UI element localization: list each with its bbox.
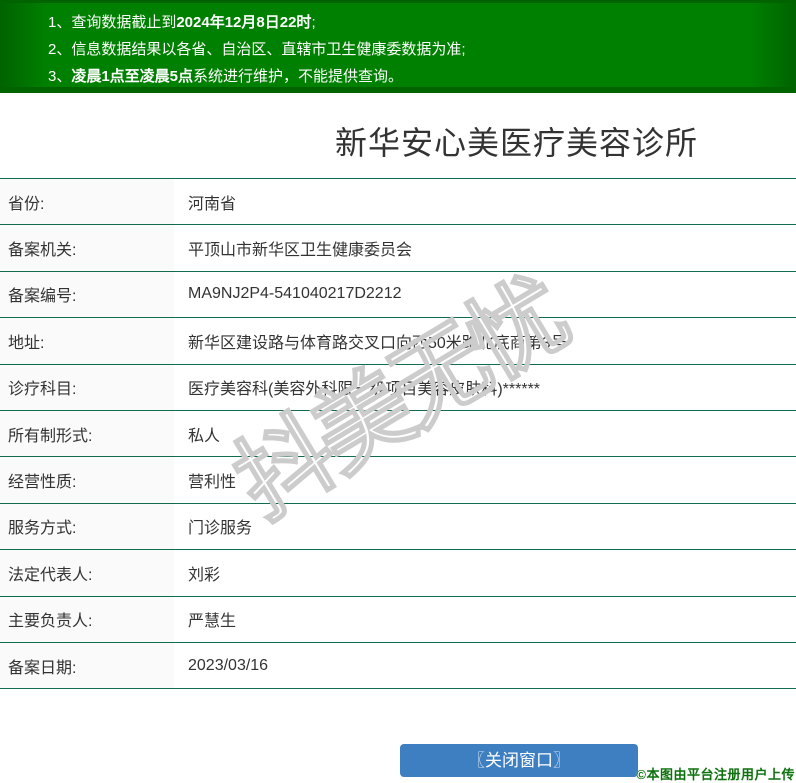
row-label: 备案日期:: [0, 642, 176, 689]
row-value: 刘彩: [188, 566, 221, 584]
table-row: 备案日期: 2023/03/16: [0, 642, 796, 690]
table-row: 经营性质: 营利性: [0, 457, 796, 504]
notice-lines: 1、查询数据截止到2024年12月8日22时; 2、信息数据结果以各省、自治区、直…: [0, 3, 796, 90]
upload-credit-badge: ©本图由平台注册用户上传: [636, 767, 795, 782]
table-row: 备案机关: 平顶山市新华区卫生健康委员会: [0, 225, 796, 272]
row-value: MA9NJ2P4-541040217D2212: [188, 285, 402, 303]
row-value: 门诊服务: [188, 520, 253, 538]
table-row: 主要负责人: 严慧生: [0, 596, 796, 643]
row-value: 严慧生: [188, 613, 237, 631]
row-label: 省份:: [0, 179, 176, 225]
row-value: 新华区建设路与体育路交叉口向西50米路北底商第3号: [188, 334, 567, 352]
table-row: 所有制形式: 私人: [0, 410, 796, 458]
page-title: 新华安心美医疗美容诊所: [335, 125, 699, 161]
row-value: 平顶山市新华区卫生健康委员会: [188, 242, 413, 260]
notice-line: 1、查询数据截止到2024年12月8日22时;: [48, 14, 316, 31]
row-label: 所有制形式:: [0, 410, 176, 457]
row-label: 法定代表人:: [0, 550, 176, 596]
notice-line: 2、信息数据结果以各省、自治区、直辖市卫生健康委数据为准;: [48, 41, 466, 58]
notice-line: 3、凌晨1点至凌晨5点系统进行维护，不能提供查询。: [48, 68, 404, 85]
row-label: 备案编号:: [0, 271, 176, 318]
close-window-button[interactable]: 〖关闭窗口〗: [400, 744, 638, 777]
row-value: 医疗美容科(美容外科限一级项目美容皮肤科)******: [188, 381, 541, 399]
table-row: 诊疗科目: 医疗美容科(美容外科限一级项目美容皮肤科)******: [0, 364, 796, 411]
table-row: 服务方式: 门诊服务: [0, 503, 796, 551]
row-label: 经营性质:: [0, 457, 176, 503]
table-row: 省份: 河南省: [0, 179, 796, 226]
notice-banner: 1、查询数据截止到2024年12月8日22时; 2、信息数据结果以各省、自治区、直…: [0, 0, 796, 93]
row-value: 河南省: [188, 195, 237, 213]
record-table: 省份: 河南省 备案机关: 平顶山市新华区卫生健康委员会 备案编号: MA9NJ2P4-5…: [0, 178, 796, 690]
table-row: 备案编号: MA9NJ2P4-541040217D2212: [0, 271, 796, 319]
row-value: 2023/03/16: [188, 656, 269, 674]
row-label: 诊疗科目:: [0, 364, 176, 410]
row-label: 备案机关:: [0, 225, 176, 271]
table-row: 法定代表人: 刘彩: [0, 550, 796, 597]
table-row: 地址: 新华区建设路与体育路交叉口向西50米路北底商第3号: [0, 318, 796, 365]
row-label: 服务方式:: [0, 503, 176, 550]
row-value: 营利性: [188, 474, 237, 492]
row-label: 主要负责人:: [0, 596, 176, 642]
row-label: 地址:: [0, 318, 176, 364]
row-value: 私人: [188, 427, 221, 445]
